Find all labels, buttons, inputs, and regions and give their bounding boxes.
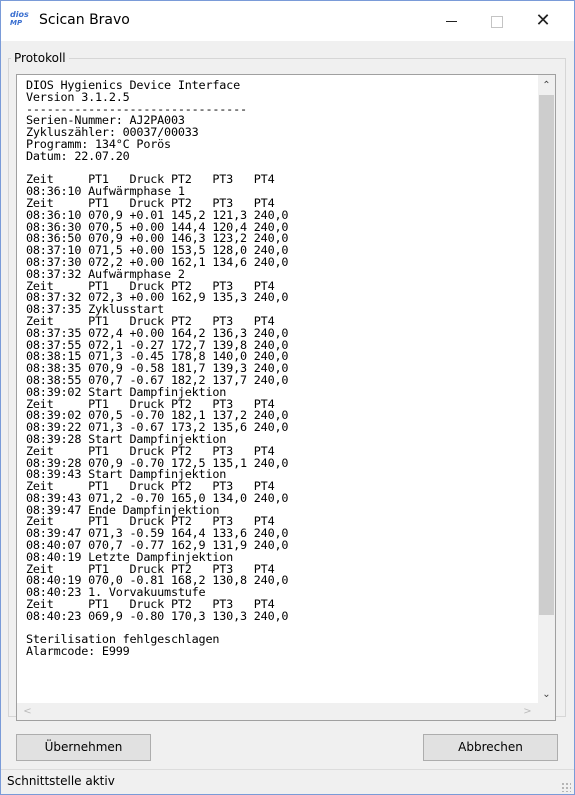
protocol-log-textarea[interactable]: DIOS Hygienics Device Interface Version … (16, 74, 556, 721)
apply-button[interactable]: Übernehmen (16, 734, 151, 761)
minimize-icon (445, 21, 457, 22)
vertical-scrollbar[interactable]: ⌃ ⌄ (538, 75, 555, 703)
scroll-down-icon[interactable]: ⌄ (538, 686, 555, 703)
maximize-icon (491, 15, 503, 28)
status-text: Schnittstelle aktiv (7, 774, 115, 788)
close-button[interactable]: ✕ (520, 1, 566, 41)
scroll-up-icon[interactable]: ⌃ (538, 77, 555, 94)
log-line: Alarmcode: E999 (26, 644, 130, 659)
status-bar: Schnittstelle aktiv (1, 769, 574, 794)
title-bar[interactable]: dios MP Scican Bravo ✕ (1, 1, 574, 41)
dios-mp-app-icon: dios MP (10, 10, 32, 32)
maximize-button[interactable] (474, 1, 520, 41)
close-icon: ✕ (535, 10, 551, 31)
log-line: Datum: 22.07.20 (26, 148, 130, 163)
horizontal-scrollbar[interactable]: < > (17, 703, 555, 720)
scroll-left-icon[interactable]: < (19, 703, 36, 720)
minimize-button[interactable] (428, 1, 474, 41)
app-window: dios MP Scican Bravo ✕ Protokoll DIOS Hy… (0, 0, 575, 795)
vertical-scroll-thumb[interactable] (539, 95, 554, 615)
cancel-button[interactable]: Abbrechen (423, 734, 558, 761)
window-title: Scican Bravo (39, 12, 130, 28)
log-line: 08:40:23 069,9 -0.80 170,3 130,3 240,0 (26, 608, 289, 623)
protokoll-group-label: Protokoll (11, 51, 69, 65)
app-icon-line1: dios (10, 10, 29, 19)
scroll-right-icon[interactable]: > (519, 703, 536, 720)
protocol-log-text: DIOS Hygienics Device Interface Version … (26, 79, 289, 659)
app-icon-line2: MP (10, 19, 23, 27)
resize-grip-icon[interactable] (561, 782, 571, 792)
